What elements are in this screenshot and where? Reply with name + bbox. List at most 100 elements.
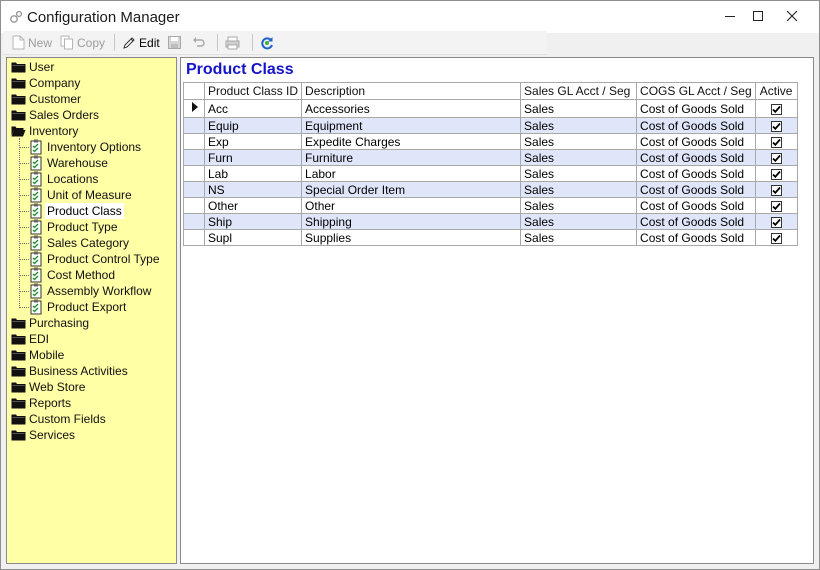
table-row[interactable]: Lab Labor Sales Cost of Goods Sold <box>183 165 798 182</box>
description-cell[interactable]: Shipping <box>301 213 522 230</box>
tree-item-locations[interactable]: Locations <box>7 171 176 187</box>
product-class-id-cell[interactable]: Other <box>203 197 303 214</box>
row-indicator[interactable] <box>183 229 205 246</box>
tree-item-services[interactable]: Services <box>7 427 176 443</box>
tree-item-cost-method[interactable]: Cost Method <box>7 267 176 283</box>
description-cell[interactable]: Special Order Item <box>301 181 522 198</box>
save-button[interactable] <box>165 33 187 53</box>
sales-gl-cell[interactable]: Sales <box>520 181 638 198</box>
column-header-description[interactable]: Description <box>301 82 522 100</box>
description-cell[interactable]: Labor <box>301 165 522 182</box>
active-cell[interactable] <box>754 197 798 214</box>
sales-gl-cell[interactable]: Sales <box>520 165 638 182</box>
tree-item-warehouse[interactable]: Warehouse <box>7 155 176 171</box>
active-cell[interactable] <box>754 181 798 198</box>
cogs-gl-cell[interactable]: Cost of Goods Sold <box>636 197 756 214</box>
cogs-gl-cell[interactable]: Cost of Goods Sold <box>636 149 756 166</box>
active-cell[interactable] <box>754 117 798 134</box>
sales-gl-cell[interactable]: Sales <box>520 133 638 150</box>
tree-item-edi[interactable]: EDI <box>7 331 176 347</box>
active-checkbox[interactable] <box>770 136 782 148</box>
cogs-gl-cell[interactable]: Cost of Goods Sold <box>636 99 756 118</box>
table-row[interactable]: Other Other Sales Cost of Goods Sold <box>183 197 798 214</box>
new-button[interactable]: New <box>9 33 55 53</box>
tree-item-mobile[interactable]: Mobile <box>7 347 176 363</box>
tree-item-sales-category[interactable]: Sales Category <box>7 235 176 251</box>
active-cell[interactable] <box>754 149 798 166</box>
table-row[interactable]: Furn Furniture Sales Cost of Goods Sold <box>183 149 798 166</box>
row-indicator[interactable] <box>183 133 205 150</box>
active-checkbox[interactable] <box>770 120 782 132</box>
active-checkbox[interactable] <box>770 184 782 196</box>
copy-button[interactable]: Copy <box>57 33 108 53</box>
tree-item-customer[interactable]: Customer <box>7 91 176 107</box>
tree-item-product-class[interactable]: Product Class <box>7 203 176 219</box>
tree-item-product-type[interactable]: Product Type <box>7 219 176 235</box>
active-checkbox[interactable] <box>770 232 782 244</box>
table-row[interactable]: Equip Equipment Sales Cost of Goods Sold <box>183 117 798 134</box>
row-indicator[interactable] <box>183 197 205 214</box>
tree-item-product-control-type[interactable]: Product Control Type <box>7 251 176 267</box>
tree-item-inventory-options[interactable]: Inventory Options <box>7 139 176 155</box>
description-cell[interactable]: Equipment <box>301 117 522 134</box>
product-class-id-cell[interactable]: Exp <box>203 133 303 150</box>
product-class-id-cell[interactable]: NS <box>203 181 303 198</box>
sales-gl-cell[interactable]: Sales <box>520 99 638 118</box>
row-indicator[interactable] <box>183 149 205 166</box>
tree-item-purchasing[interactable]: Purchasing <box>7 315 176 331</box>
product-class-id-cell[interactable]: Lab <box>203 165 303 182</box>
sales-gl-cell[interactable]: Sales <box>520 229 638 246</box>
tree-item-custom-fields[interactable]: Custom Fields <box>7 411 176 427</box>
tree-item-web-store[interactable]: Web Store <box>7 379 176 395</box>
active-cell[interactable] <box>754 165 798 182</box>
column-header-product-class-id[interactable]: Product Class ID <box>203 82 303 100</box>
undo-button[interactable] <box>189 33 211 53</box>
row-indicator[interactable] <box>183 99 205 118</box>
cogs-gl-cell[interactable]: Cost of Goods Sold <box>636 133 756 150</box>
active-cell[interactable] <box>754 99 798 118</box>
cogs-gl-cell[interactable]: Cost of Goods Sold <box>636 165 756 182</box>
cogs-gl-cell[interactable]: Cost of Goods Sold <box>636 181 756 198</box>
product-class-grid[interactable]: Product Class ID Description Sales GL Ac… <box>183 82 798 246</box>
description-cell[interactable]: Accessories <box>301 99 522 118</box>
cogs-gl-cell[interactable]: Cost of Goods Sold <box>636 213 756 230</box>
close-button[interactable] <box>775 1 809 31</box>
sales-gl-cell[interactable]: Sales <box>520 213 638 230</box>
active-checkbox[interactable] <box>770 152 782 164</box>
tree-item-assembly-workflow[interactable]: Assembly Workflow <box>7 283 176 299</box>
table-row[interactable]: NS Special Order Item Sales Cost of Goods S… <box>183 181 798 198</box>
row-indicator[interactable] <box>183 181 205 198</box>
sales-gl-cell[interactable]: Sales <box>520 117 638 134</box>
cogs-gl-cell[interactable]: Cost of Goods Sold <box>636 117 756 134</box>
column-header-sales-gl[interactable]: Sales GL Acct / Seg <box>520 82 638 100</box>
product-class-id-cell[interactable]: Supl <box>203 229 303 246</box>
tree-item-sales-orders[interactable]: Sales Orders <box>7 107 176 123</box>
product-class-id-cell[interactable]: Equip <box>203 117 303 134</box>
refresh-button[interactable] <box>257 33 280 53</box>
active-cell[interactable] <box>754 229 798 246</box>
active-cell[interactable] <box>754 133 798 150</box>
column-header-cogs-gl[interactable]: COGS GL Acct / Seg <box>636 82 756 100</box>
product-class-id-cell[interactable]: Acc <box>203 99 303 118</box>
cogs-gl-cell[interactable]: Cost of Goods Sold <box>636 229 756 246</box>
row-indicator[interactable] <box>183 117 205 134</box>
table-row[interactable]: Acc Accessories Sales Cost of Goods Sold <box>183 99 798 118</box>
description-cell[interactable]: Other <box>301 197 522 214</box>
active-cell[interactable] <box>754 213 798 230</box>
tree-item-reports[interactable]: Reports <box>7 395 176 411</box>
tree-item-product-export[interactable]: Product Export <box>7 299 176 315</box>
tree-item-business-activities[interactable]: Business Activities <box>7 363 176 379</box>
sales-gl-cell[interactable]: Sales <box>520 197 638 214</box>
sales-gl-cell[interactable]: Sales <box>520 149 638 166</box>
active-checkbox[interactable] <box>770 168 782 180</box>
tree-item-company[interactable]: Company <box>7 75 176 91</box>
table-row[interactable]: Exp Expedite Charges Sales Cost of Goods So… <box>183 133 798 150</box>
navigation-tree[interactable]: User Company Customer Sales Orders Inventory… <box>6 57 177 564</box>
product-class-id-cell[interactable]: Furn <box>203 149 303 166</box>
edit-button[interactable]: Edit <box>119 33 163 53</box>
tree-item-inventory[interactable]: Inventory <box>7 123 176 139</box>
description-cell[interactable]: Supplies <box>301 229 522 246</box>
active-checkbox[interactable] <box>770 216 782 228</box>
active-checkbox[interactable] <box>770 103 782 115</box>
column-header-active[interactable]: Active <box>754 82 798 100</box>
